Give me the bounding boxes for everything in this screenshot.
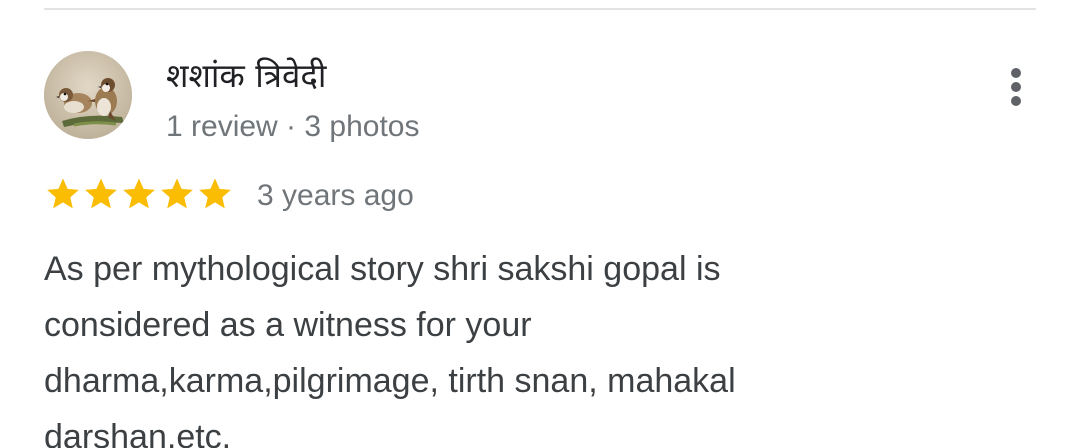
star-rating xyxy=(44,174,234,214)
review-card: शशांक त्रिवेदी 1 review · 3 photos 3 yea… xyxy=(0,0,1080,448)
more-dot xyxy=(1011,82,1021,92)
divider xyxy=(44,8,1036,10)
star-icon xyxy=(161,178,193,209)
more-dot xyxy=(1011,68,1021,78)
author-name[interactable]: शशांक त्रिवेदी xyxy=(166,52,326,100)
review-text-line: darshan,etc. xyxy=(44,418,232,448)
star-icon xyxy=(85,178,117,209)
avatar[interactable] xyxy=(44,51,132,139)
star-icon xyxy=(199,178,231,209)
review-text-line: dharma,karma,pilgrimage, tirth snan, mah… xyxy=(44,362,736,400)
sparrow-photo-avatar xyxy=(44,51,132,139)
review-time: 3 years ago xyxy=(257,179,414,212)
author-meta[interactable]: 1 review · 3 photos xyxy=(166,108,419,146)
more-dot xyxy=(1011,96,1021,106)
more-options-button[interactable] xyxy=(996,64,1036,110)
review-text-line: As per mythological story shri sakshi go… xyxy=(44,250,721,288)
star-icon xyxy=(123,178,155,209)
star-icon xyxy=(47,178,79,209)
review-text-line: considered as a witness for your xyxy=(44,306,532,344)
review-text: As per mythological story shri sakshi go… xyxy=(44,241,1024,448)
